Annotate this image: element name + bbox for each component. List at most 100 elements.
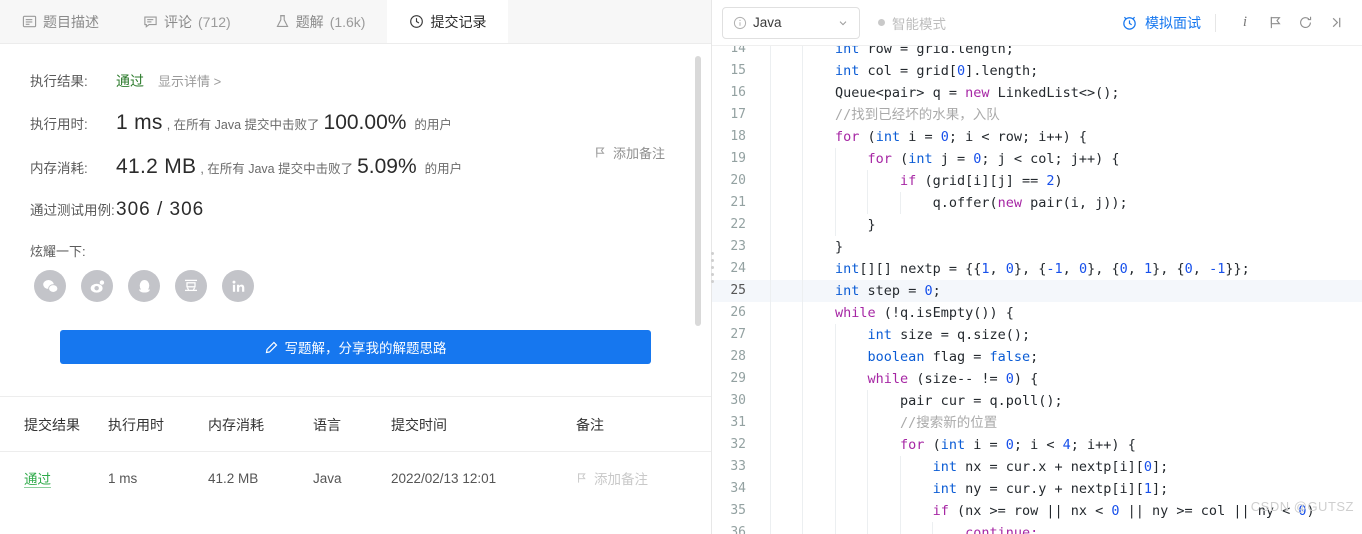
line-number: 18 [730,129,746,144]
line-number: 34 [730,481,746,496]
code-token: int [875,129,901,145]
code-token: , [989,261,1006,277]
row-add-note-button[interactable]: 添加备注 [576,468,711,488]
linkedin-icon[interactable] [222,270,254,302]
code-token: Queue<pair> q = [835,85,966,101]
indent-guide [770,148,771,170]
code-text: } [758,236,843,258]
mock-interview-button[interactable]: 模拟面试 [1121,13,1201,33]
code-token: 0 [1078,261,1088,277]
indent-guide [802,368,804,390]
tab-comments[interactable]: 评论 (712) [121,0,253,43]
row-memory: 41.2 MB [208,470,259,486]
code-text: pair cur = q.poll(); [758,390,1063,412]
code-editor[interactable]: 14 int row = grid.length; 15 int col = gr… [712,46,1362,534]
reset-icon[interactable] [1290,8,1320,38]
add-note-button[interactable]: 添加备注 [594,143,665,162]
weibo-icon[interactable] [81,270,113,302]
code-text: int[][] nextp = {{1, 0}, {-1, 0}, {0, 1}… [758,258,1250,280]
wechat-icon[interactable] [34,270,66,302]
th-language: 语言 [313,397,391,452]
line-number: 26 [730,305,746,320]
row-note-label: 添加备注 [594,472,648,487]
indent-guide [834,456,836,478]
flag-icon[interactable] [1260,8,1290,38]
write-solution-button[interactable]: 写题解，分享我的解题思路 [60,330,651,364]
code-token: col = grid[ [859,63,957,79]
tab-description[interactable]: 题目描述 [0,0,121,43]
qq-icon[interactable] [128,270,160,302]
code-token: 0 [1111,503,1120,519]
tabbar: 题目描述 评论 (712) 题解 (1.6k) 提交记录 [0,0,711,44]
th-memory: 内存消耗 [208,397,313,452]
indent-guide [867,390,869,412]
code-content: 14 int row = grid.length; 15 int col = gr… [712,46,1362,534]
pencil-icon [265,341,278,354]
indent-guide [834,478,836,500]
exec-time-mid: , 在所有 Java 提交中击败了 [166,118,320,132]
indent-guide [802,82,804,104]
row-submit-time: 2022/02/13 12:01 [391,470,497,486]
indent-guide [834,368,836,390]
share-row [34,270,681,302]
code-token: LinkedList<>(); [989,85,1120,101]
show-detail-link[interactable]: 显示详情 > [158,71,221,90]
exec-time-percentile: 100.00% [323,111,407,134]
code-text: for (int j = 0; j < col; j++) { [758,148,1120,170]
memory-percentile: 5.09% [357,155,417,178]
code-text: continue; [758,522,1038,534]
code-text: int col = grid[0].length; [758,60,1038,82]
code-text: for (int i = 0; i < 4; i++) { [758,434,1136,456]
language-select[interactable]: Java [722,6,860,39]
code-line: 18 for (int i = 0; i < row; i++) { [712,126,1362,148]
code-line: 31 //搜索新的位置 [712,412,1362,434]
memory-suffix: 的用户 [424,162,463,176]
expand-icon[interactable] [1320,8,1350,38]
testcase-value: 306 / 306 [116,199,205,220]
th-status: 提交结果 [0,397,108,452]
indent-guide [867,522,869,534]
th-submit-time: 提交时间 [391,397,576,452]
code-token: i = [965,437,1006,453]
indent-guide [770,522,771,534]
code-line: 28 boolean flag = false; [712,346,1362,368]
code-token: ; j < col; j++) { [981,151,1120,167]
smart-mode-toggle[interactable]: 智能模式 [878,13,946,33]
table-row[interactable]: 通过 1 ms 41.2 MB Java 2022/02/13 12:01 添加… [0,452,711,499]
code-token: ny = cur.y + nextp[i][ [956,481,1144,497]
info-icon [733,16,747,30]
code-line: 25 int step = 0; [712,280,1362,302]
tab-solutions[interactable]: 题解 (1.6k) [253,0,388,43]
code-token: 2 [1046,173,1055,189]
code-text: q.offer(new pair(i, j)); [758,192,1128,214]
tab-label: 提交记录 [430,13,487,30]
row-status[interactable]: 通过 [24,472,51,488]
tab-count: (712) [198,13,231,30]
code-line: 17 //找到已经坏的水果，入队 [712,104,1362,126]
indent-guide [834,522,836,534]
indent-guide [770,280,771,302]
exec-time-suffix: 的用户 [414,118,452,132]
indent-guide [770,82,771,104]
code-token: //找到已经坏的水果，入队 [835,107,1000,123]
indent-guide [834,214,836,236]
indent-guide [802,192,804,214]
code-token: }, { [1152,261,1185,277]
tab-submissions[interactable]: 提交记录 [387,0,509,43]
code-token: q.offer( [932,195,998,211]
indent-guide [770,412,771,434]
info-icon[interactable]: i [1230,8,1260,38]
indent-guide [802,104,804,126]
exec-result-status[interactable]: 通过 [116,71,144,91]
left-scrollbar[interactable] [695,56,701,326]
code-line: 29 while (size-- != 0) { [712,368,1362,390]
memory-value: 41.2 MB [116,155,197,178]
flask-icon [275,14,290,29]
douban-icon[interactable] [175,270,207,302]
indent-guide [867,192,869,214]
panel-splitter[interactable] [710,0,716,534]
row-language: Java [313,470,342,486]
code-token: ) [1054,173,1063,189]
chevron-down-icon [837,17,849,29]
indent-guide [770,258,771,280]
